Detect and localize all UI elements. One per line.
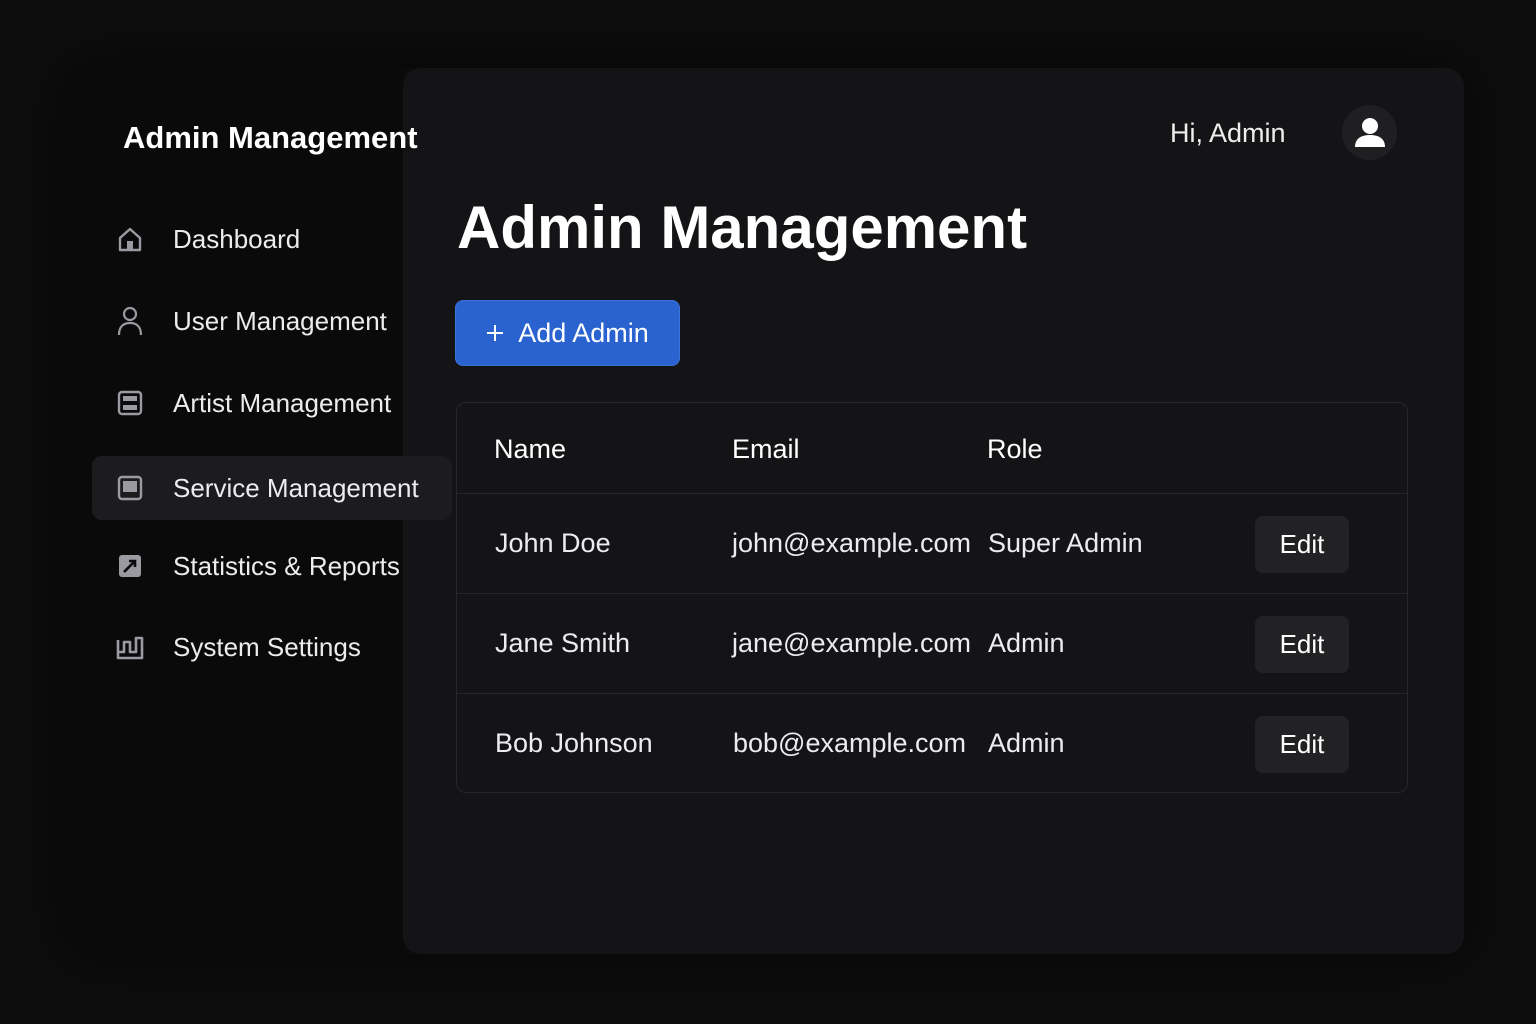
- cell-name: John Doe: [495, 528, 611, 558]
- cell-name: Bob Johnson: [495, 728, 653, 758]
- cell-role: Admin: [988, 628, 1065, 658]
- main-panel: Hi, Admin Admin Management Add Admin Nam…: [403, 68, 1464, 954]
- sidebar-item-label: User Management: [173, 305, 387, 336]
- column-header-name: Name: [494, 434, 567, 464]
- table-row: Jane Smith jane@example.com Admin Edit: [457, 594, 1407, 694]
- app-window: Hi, Admin Admin Management Add Admin Nam…: [68, 68, 1464, 954]
- settings-icon: [116, 633, 144, 661]
- chart-icon: [116, 552, 144, 580]
- add-admin-label: Add Admin: [518, 317, 649, 348]
- edit-button[interactable]: Edit: [1255, 716, 1349, 773]
- artist-icon: [116, 389, 144, 417]
- sidebar-item-label: Statistics & Reports: [173, 550, 400, 581]
- sidebar-item-label: Artist Management: [173, 387, 392, 418]
- table-row: Bob Johnson bob@example.com Admin Edit: [457, 694, 1407, 794]
- avatar[interactable]: [1342, 105, 1397, 160]
- service-icon: [116, 474, 144, 502]
- brand-title: Admin Management: [123, 120, 418, 155]
- home-icon: [116, 225, 144, 253]
- edit-button[interactable]: Edit: [1255, 516, 1349, 573]
- admin-table: Name Email Role John Doe john@example.co…: [456, 402, 1408, 793]
- column-header-role: Role: [987, 434, 1043, 464]
- sidebar-item-label: Service Management: [173, 472, 419, 503]
- user-avatar-icon: [1354, 117, 1385, 147]
- add-admin-button[interactable]: Add Admin: [455, 300, 680, 366]
- cell-role: Admin: [988, 728, 1065, 758]
- sidebar-item-user-management[interactable]: User Management: [92, 289, 452, 353]
- sidebar-item-system-settings[interactable]: System Settings: [92, 615, 452, 679]
- cell-email: jane@example.com: [732, 628, 972, 658]
- plus-icon: [487, 325, 504, 341]
- page-title: Admin Management: [457, 194, 1028, 261]
- table-header: Name Email Role: [457, 403, 1407, 494]
- sidebar-item-label: Dashboard: [173, 223, 301, 254]
- edit-button[interactable]: Edit: [1255, 616, 1349, 673]
- sidebar-item-dashboard[interactable]: Dashboard: [92, 207, 452, 271]
- sidebar-item-service-management[interactable]: Service Management: [92, 456, 452, 520]
- table-row: John Doe john@example.com Super Admin Ed…: [457, 494, 1407, 594]
- cell-email: bob@example.com: [733, 728, 967, 758]
- sidebar-item-label: System Settings: [173, 631, 361, 662]
- cell-name: Jane Smith: [495, 628, 631, 658]
- cell-email: john@example.com: [732, 528, 972, 558]
- sidebar-item-artist-management[interactable]: Artist Management: [92, 371, 452, 435]
- sidebar-item-statistics[interactable]: Statistics & Reports: [92, 534, 452, 598]
- greeting-text: Hi, Admin: [1170, 118, 1286, 148]
- cell-role: Super Admin: [988, 528, 1143, 558]
- user-icon: [116, 306, 144, 336]
- column-header-email: Email: [732, 434, 800, 464]
